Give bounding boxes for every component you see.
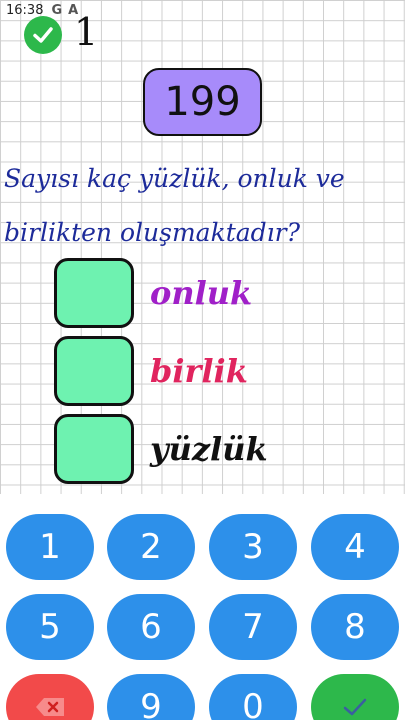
key-3[interactable]: 3	[209, 514, 297, 580]
question-line-1: Sayısı kaç yüzlük, onluk ve	[4, 164, 345, 193]
answer-input-birlik[interactable]	[54, 336, 134, 406]
key-9[interactable]: 9	[107, 674, 195, 720]
key-2[interactable]: 2	[107, 514, 195, 580]
question-line-2: birlikten oluşmaktadır?	[4, 218, 301, 247]
question-text: Sayısı kaç yüzlük, onluk ve birlikten ol…	[4, 152, 404, 260]
google-icon: G	[51, 2, 63, 18]
answer-label-yuzluk: yüzlük	[150, 430, 268, 468]
key-6[interactable]: 6	[107, 594, 195, 660]
delete-button[interactable]	[6, 674, 94, 720]
key-4[interactable]: 4	[311, 514, 399, 580]
key-0[interactable]: 0	[209, 674, 297, 720]
key-7[interactable]: 7	[209, 594, 297, 660]
key-5[interactable]: 5	[6, 594, 94, 660]
answer-row-yuzluk: yüzlük	[54, 414, 268, 484]
answer-label-onluk: onluk	[150, 274, 253, 312]
backspace-icon	[36, 698, 64, 716]
key-1[interactable]: 1	[6, 514, 94, 580]
answer-label-birlik: birlik	[150, 352, 248, 390]
answer-input-onluk[interactable]	[54, 258, 134, 328]
confirm-button[interactable]	[311, 674, 399, 720]
answer-row-birlik: birlik	[54, 336, 248, 406]
status-time: 16:38	[6, 2, 44, 18]
answer-row-onluk: onluk	[54, 258, 252, 328]
answer-input-yuzluk[interactable]	[54, 414, 134, 484]
problem-number: 199	[143, 68, 262, 136]
status-bar: 16:38 G A	[0, 0, 405, 20]
correct-check-icon	[24, 16, 62, 54]
score-counter: 1	[74, 10, 99, 54]
check-icon	[343, 698, 367, 716]
number-keypad: 1 2 3 4 5 6 7 8 9 0	[0, 494, 405, 720]
key-8[interactable]: 8	[311, 594, 399, 660]
